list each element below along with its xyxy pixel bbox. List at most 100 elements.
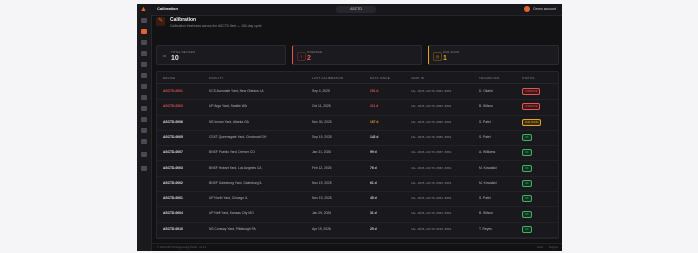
facility-name: NS Inman Yard, Atlanta GA <box>209 119 249 124</box>
nav-alerts-icon[interactable] <box>141 73 147 78</box>
facility-name: UP North Yard, Chicago IL <box>209 196 248 201</box>
nav-devices-icon[interactable] <box>141 40 147 45</box>
days-since: 76 d <box>370 165 377 170</box>
col-status[interactable]: STATUS <box>522 76 535 80</box>
status-badge: OK <box>522 179 532 187</box>
col-facility[interactable]: FACILITY <box>209 76 224 80</box>
nav-docs-icon[interactable] <box>141 152 147 157</box>
cert-id: CAL-2026-ASCTD-0003-0001 <box>411 165 452 170</box>
device-id: ASCTD-0010 <box>163 226 183 231</box>
device-id: ASCTD-0007 <box>163 150 183 155</box>
days-since: 211 d <box>370 104 379 109</box>
facility-name: KCS Avondale Yard, New Orleans LA <box>209 89 264 93</box>
last-calibration-date: Jan 29, 2026 <box>312 211 332 216</box>
col-days-since[interactable]: DAYS SINCE <box>370 76 390 80</box>
sidebar-rail: ▲ <box>137 4 152 251</box>
technician-name: S. Patel <box>479 196 491 201</box>
footer-link-support[interactable]: Support <box>549 246 558 249</box>
cert-id: CAL-2025-ASCTD-0005-0001 <box>411 134 452 139</box>
days-since: 251 d <box>370 89 379 93</box>
device-icon: ▭ <box>162 53 167 58</box>
table-row[interactable]: ASCTD-0003 BNSF Hobart Yard, Los Angeles … <box>157 161 558 177</box>
days-since: 167 d <box>370 119 379 124</box>
calibration-icon: ✎ <box>156 17 165 26</box>
stat-value: 10 <box>171 55 179 62</box>
col-cert-id[interactable]: CERT ID <box>411 76 424 80</box>
device-id: ASCTD-0003 <box>163 104 183 109</box>
status-badge: OK <box>522 225 532 233</box>
cert-id: CAL-2025-ASCTD-0003-0001 <box>411 104 452 109</box>
facility-name: CSXT Queensgate Yard, Cincinnati OH <box>209 134 267 139</box>
logo-icon: ▲ <box>140 6 147 13</box>
footer: © 2026 ASCTD Engineering Portal · v2.4.0… <box>151 243 562 251</box>
last-calibration-date: Nov 19, 2025 <box>312 180 332 185</box>
days-since: 142 d <box>370 134 379 139</box>
footer-copyright: © 2026 ASCTD Engineering Portal · v2.4.0 <box>157 246 207 249</box>
nav-dashboard-icon[interactable] <box>141 18 147 23</box>
technician-name: S. Patel <box>479 134 491 139</box>
col-technician[interactable]: TECHNICIAN <box>479 76 499 80</box>
stat-cards: ▭ TOTAL DEVICES 10 ! OVERDUE 2 ◷ DUE SOO… <box>156 45 559 65</box>
nav-map-icon[interactable] <box>141 106 147 111</box>
stat-value: 1 <box>443 55 447 62</box>
nav-users-icon[interactable] <box>141 117 147 122</box>
status-badge: OK <box>522 164 532 172</box>
last-calibration-date: Jan 31, 2026 <box>312 150 332 155</box>
device-id: ASCTD-0004 <box>163 211 183 216</box>
cert-id: CAL-2025-ASCTD-0006-0001 <box>411 119 452 124</box>
facility-name: UP Neff Yard, Kansas City MO <box>209 211 254 216</box>
status-badge: OK <box>522 195 532 203</box>
table-row[interactable]: ASCTD-0001 UP North Yard, Chicago IL Nov 1… <box>157 191 558 208</box>
days-since: 61 d <box>370 180 377 185</box>
table-row[interactable]: ASCTD-0010 NS Conway Yard, Pittsburgh PA A… <box>157 222 558 238</box>
nav-events-icon[interactable] <box>141 95 147 100</box>
last-calibration-date: Nov 19, 2025 <box>312 196 332 201</box>
stat-label: TOTAL DEVICES <box>171 50 196 54</box>
device-id: ASCTD-0003 <box>163 165 183 170</box>
table-row[interactable]: ASCTD-0004 UP Neff Yard, Kansas City MO Ja… <box>157 206 558 223</box>
nav-calibration-icon[interactable] <box>141 29 147 34</box>
nav-facilities-icon[interactable] <box>141 51 147 56</box>
technician-name: T. Reyes <box>479 226 492 231</box>
table-row[interactable]: ASCTD-0006 NS Inman Yard, Atlanta GA Nov 3… <box>157 115 558 131</box>
user-menu[interactable]: Demo account <box>524 6 556 13</box>
status-badge: DUE SOON <box>522 118 542 126</box>
table-row[interactable]: ASCTD-0007 BNSF Pueblo Yard, Denver CO Jan… <box>157 145 558 162</box>
table-row[interactable]: ASCTD-0003 UP Argo Yard, Seattle WA Oct 11… <box>157 99 558 116</box>
status-badge: OVERDUE <box>522 103 541 111</box>
status-badge: OK <box>522 149 532 157</box>
col-device[interactable]: DEVICE <box>163 76 175 80</box>
cert-id: CAL-2025-ASCTD-0001-0002 <box>411 196 452 201</box>
table-row[interactable]: ASCTD-0005 CSXT Queensgate Yard, Cincinna… <box>157 130 558 147</box>
last-calibration-date: Apr 19, 2026 <box>312 226 331 231</box>
technician-name: M. Kowalski <box>479 165 497 170</box>
technician-name: B. Wilson <box>479 211 493 216</box>
technician-name: M. Kowalski <box>479 180 497 185</box>
cert-id: CAL-2025-ASCTD-0002-0001 <box>411 180 452 185</box>
table-row[interactable]: ASCTD-0001 KCS Avondale Yard, New Orleans… <box>157 84 558 101</box>
status-badge: OVERDUE <box>522 88 541 96</box>
technician-name: S. Patel <box>479 119 491 124</box>
topbar-title: Calibration <box>157 6 178 11</box>
nav-tools-icon[interactable] <box>141 139 147 144</box>
avatar <box>524 6 531 13</box>
last-calibration-date: Feb 12, 2026 <box>312 165 332 170</box>
nav-settings-icon[interactable] <box>141 166 147 171</box>
device-id: ASCTD-0001 <box>163 196 183 201</box>
table-header: DEVICE FACILITY LAST CALIBRATION DAYS SI… <box>157 72 558 84</box>
technician-name: A. Williams <box>479 150 496 155</box>
days-since: 99 d <box>370 150 377 155</box>
table-row[interactable]: ASCTD-0002 BNSF Galesburg Yard, Galesburg… <box>157 176 558 193</box>
col-last-calibration[interactable]: LAST CALIBRATION <box>312 76 343 80</box>
stat-card-due-soon: ◷ DUE SOON 1 <box>428 45 559 65</box>
stat-label: OVERDUE <box>307 50 323 54</box>
nav-reports-icon[interactable] <box>141 62 147 67</box>
context-selector[interactable]: ASCTD <box>336 6 376 13</box>
nav-logs-icon[interactable] <box>141 128 147 133</box>
page-title: Calibration <box>170 17 197 23</box>
facility-name: BNSF Galesburg Yard, Galesburg IL <box>209 180 263 185</box>
device-id: ASCTD-0001 <box>163 89 183 93</box>
nav-maintenance-icon[interactable] <box>141 84 147 89</box>
stat-card-total: ▭ TOTAL DEVICES 10 <box>156 45 286 65</box>
footer-link-docs[interactable]: Docs <box>537 246 543 249</box>
